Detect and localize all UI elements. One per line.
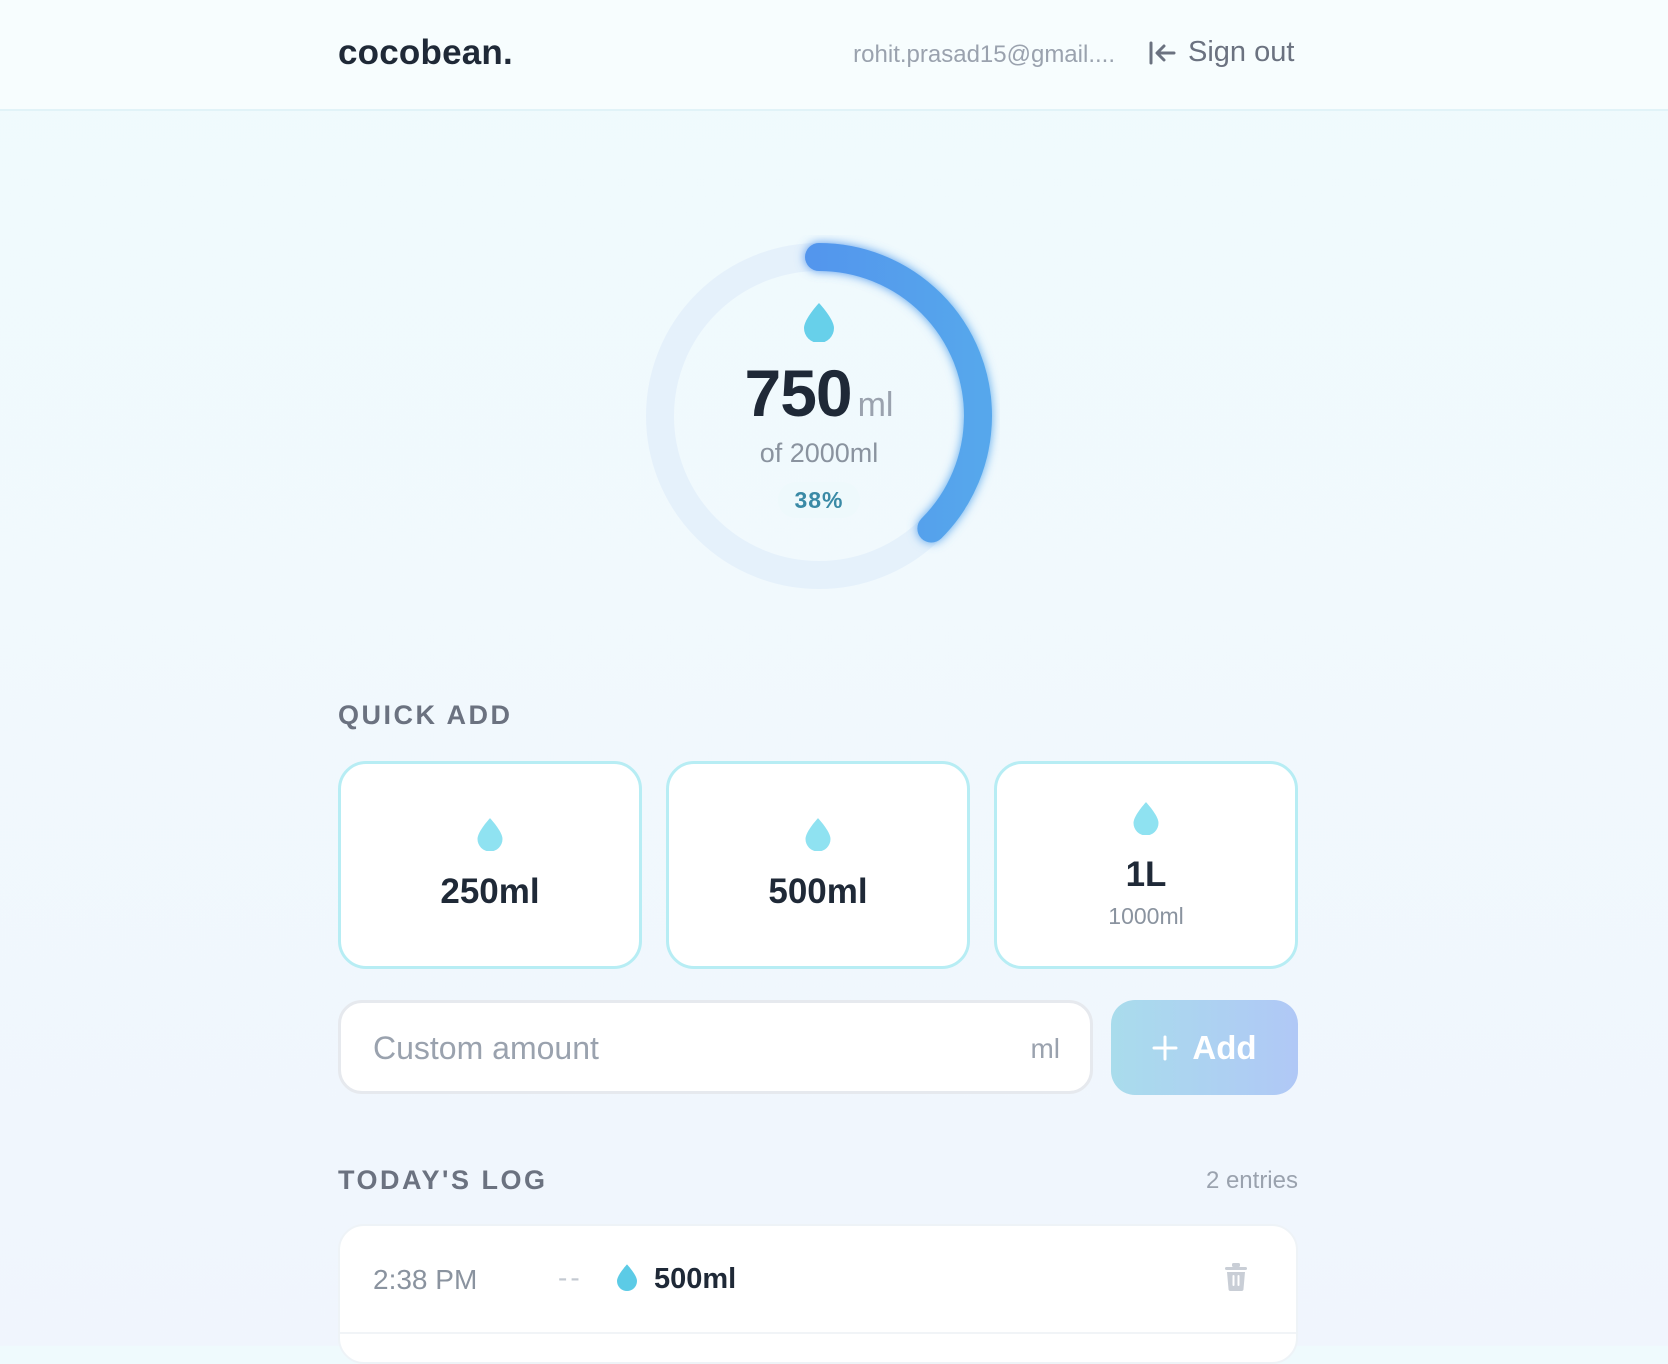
progress-center: 750 ml of 2000ml 38%	[638, 235, 1000, 597]
add-button-label: Add	[1192, 1028, 1257, 1066]
water-drop-icon	[805, 818, 831, 851]
water-drop-icon	[477, 818, 503, 851]
log-entry-separator: --	[558, 1262, 583, 1293]
app-header: cocobean. rohit.prasad15@gmail.... Sign …	[0, 0, 1668, 111]
water-drop-icon	[1133, 802, 1159, 835]
custom-amount-field: ml	[338, 1000, 1093, 1094]
sign-out-button[interactable]: Sign out	[1148, 36, 1294, 69]
quick-add-sublabel: 1000ml	[1108, 903, 1184, 929]
plus-icon	[1152, 1035, 1178, 1060]
quick-add-500-button[interactable]: 500ml	[666, 761, 970, 969]
log-list: 2:38 PM -- 500ml	[338, 1224, 1298, 1364]
todays-log-title: TODAY'S LOG	[338, 1165, 548, 1195]
user-email: rohit.prasad15@gmail....	[853, 41, 1115, 68]
log-entry-time: 2:38 PM	[373, 1264, 478, 1295]
custom-amount-unit: ml	[1030, 1033, 1060, 1064]
add-button[interactable]: Add	[1111, 1000, 1298, 1095]
trash-icon[interactable]	[1224, 1263, 1248, 1291]
sign-out-label: Sign out	[1188, 36, 1295, 68]
quick-add-label: 250ml	[440, 872, 540, 911]
quick-add-250-button[interactable]: 250ml	[338, 761, 642, 969]
intake-unit: ml	[857, 386, 894, 424]
log-entry: 2:38 PM -- 500ml	[340, 1226, 1296, 1334]
water-drop-icon	[617, 1264, 637, 1291]
quick-add-title: QUICK ADD	[338, 700, 513, 730]
brand-logo[interactable]: cocobean.	[338, 33, 513, 73]
percent-badge: 38%	[778, 482, 860, 518]
intake-amount: 750 ml	[638, 355, 1000, 431]
quick-add-1l-button[interactable]: 1L 1000ml	[994, 761, 1298, 969]
custom-amount-input[interactable]	[371, 1003, 995, 1093]
water-drop-icon	[804, 303, 834, 342]
quick-add-label: 500ml	[768, 872, 868, 911]
progress-ring: 750 ml of 2000ml 38%	[638, 235, 1000, 597]
log-entry-amount: 500ml	[654, 1263, 737, 1295]
intake-value: 750	[744, 356, 852, 430]
quick-add-label: 1L	[1125, 855, 1167, 894]
goal-text: of 2000ml	[759, 438, 879, 468]
sign-out-icon	[1149, 41, 1176, 64]
log-entry-count: 2 entries	[1205, 1167, 1298, 1194]
